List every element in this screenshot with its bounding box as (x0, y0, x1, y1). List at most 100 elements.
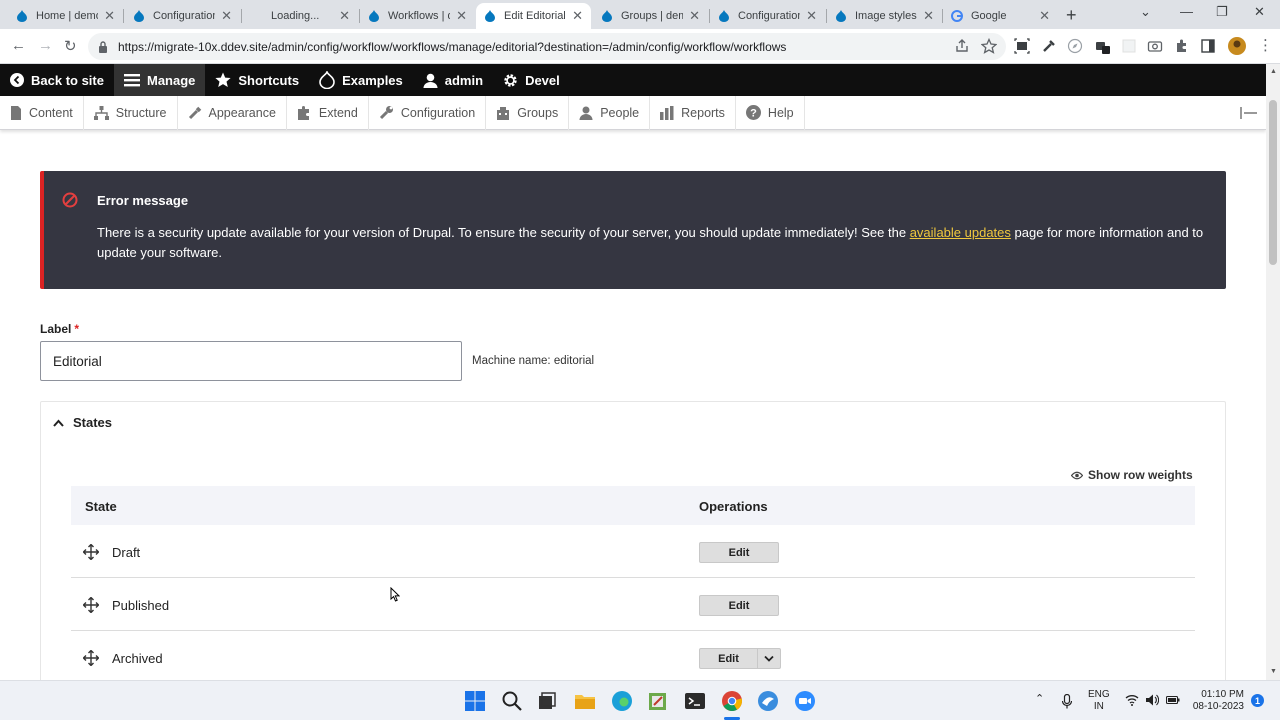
drupal-icon (602, 10, 612, 22)
menu-item-people[interactable]: People (569, 95, 651, 130)
menu-item-help[interactable]: ? Help (736, 95, 805, 130)
menu-item-reports[interactable]: Reports (650, 95, 736, 130)
menu-item-configuration[interactable]: Configuration (369, 95, 487, 130)
show-row-weights-button[interactable]: Show row weights (1071, 468, 1193, 482)
drag-handle-icon[interactable] (83, 597, 99, 613)
error-text: There is a security update available for… (97, 225, 1204, 260)
notification-badge[interactable]: 1 (1251, 694, 1264, 707)
blank-extension-icon[interactable] (1121, 38, 1137, 54)
battery-icon[interactable] (1166, 694, 1180, 706)
chrome-icon[interactable] (721, 690, 743, 712)
close-icon[interactable]: ✕ (456, 8, 467, 24)
new-tab-plus-icon[interactable]: + (1066, 5, 1077, 26)
file-explorer-icon[interactable] (574, 690, 596, 712)
edit-button[interactable]: Edit (700, 649, 758, 668)
star-icon[interactable] (981, 38, 997, 54)
drupal-icon (836, 10, 846, 22)
forward-arrow-icon[interactable]: → (38, 37, 53, 54)
scroll-down-arrow-icon[interactable]: ▼ (1270, 668, 1277, 675)
extension-badge-icon[interactable] (1094, 38, 1110, 54)
scrollbar-thumb[interactable] (1269, 100, 1277, 265)
menu-item-structure[interactable]: Structure (84, 95, 178, 130)
extensions-puzzle-icon[interactable] (1174, 38, 1190, 54)
mouse-cursor-icon (390, 587, 400, 602)
microphone-icon[interactable] (1062, 694, 1072, 709)
page-scrollbar[interactable]: ▲ ▼ (1266, 64, 1280, 680)
edge-browser-icon[interactable] (611, 690, 633, 712)
menu-item-content[interactable]: Content (0, 95, 84, 130)
kebab-menu-icon[interactable]: ⋮ (1258, 36, 1273, 54)
required-mark: * (74, 322, 80, 336)
side-panel-icon[interactable] (1200, 38, 1216, 54)
window-close-icon[interactable]: ✕ (1254, 4, 1265, 20)
close-icon[interactable]: ✕ (572, 8, 583, 24)
tab-edit-editorial[interactable]: Edit Editorial ✕ (476, 3, 591, 29)
tab-configuration[interactable]: Configuration ✕ (125, 3, 240, 29)
terminal-icon[interactable] (684, 690, 706, 712)
drag-handle-icon[interactable] (83, 650, 99, 666)
close-icon[interactable]: ✕ (104, 8, 115, 24)
tab-loading[interactable]: Loading... ✕ (243, 3, 358, 29)
close-icon[interactable]: ✕ (689, 8, 700, 24)
eye-icon (1071, 471, 1083, 479)
examples-menu[interactable]: Examples (309, 64, 413, 96)
windows-start-icon[interactable] (464, 690, 486, 712)
task-view-icon[interactable] (536, 690, 558, 712)
language-indicator[interactable]: ENG IN (1088, 689, 1110, 713)
close-icon[interactable]: ✕ (339, 8, 350, 24)
menu-item-appearance[interactable]: Appearance (178, 95, 287, 130)
dropbutton-toggle[interactable] (758, 649, 780, 668)
zoom-app-icon[interactable] (794, 690, 816, 712)
drag-handle-icon[interactable] (83, 544, 99, 560)
wifi-icon[interactable] (1125, 694, 1139, 706)
manage-menu[interactable]: Manage (113, 64, 206, 96)
edit-button[interactable]: Edit (699, 542, 779, 563)
menu-item-extend[interactable]: Extend (287, 95, 369, 130)
available-updates-link[interactable]: available updates (910, 225, 1011, 240)
devel-menu[interactable]: Devel (493, 64, 570, 96)
maximize-icon[interactable]: ❐ (1216, 4, 1228, 20)
scroll-up-arrow-icon[interactable]: ▲ (1270, 68, 1277, 75)
table-row: Draft Edit (71, 525, 1195, 578)
search-icon[interactable] (501, 690, 523, 712)
minimize-icon[interactable]: — (1180, 4, 1193, 19)
drupal-admin-toolbar: Back to site Manage Shortcuts Examples a… (0, 64, 1266, 96)
tab-configuration-2[interactable]: Configuration ✕ (710, 3, 825, 29)
back-to-site-link[interactable]: Back to site (0, 64, 114, 96)
bird-app-icon[interactable] (757, 690, 779, 712)
shortcuts-menu[interactable]: Shortcuts (205, 64, 309, 96)
eyedropper-icon[interactable] (1041, 38, 1057, 54)
volume-icon[interactable] (1145, 694, 1159, 706)
reload-icon[interactable]: ↻ (64, 37, 77, 55)
profile-avatar[interactable] (1227, 36, 1247, 56)
edit-button[interactable]: Edit (699, 595, 779, 616)
close-icon[interactable]: ✕ (1039, 8, 1050, 24)
tab-image-styles[interactable]: Image styles ✕ (827, 3, 942, 29)
clock-date: 08-10-2023 (1192, 701, 1244, 712)
tab-groups[interactable]: Groups | dem ✕ (593, 3, 708, 29)
camera-icon[interactable] (1147, 38, 1163, 54)
toolbar-orientation-icon[interactable] (1240, 107, 1258, 119)
gear-icon (504, 73, 517, 87)
tab-google[interactable]: Google ✕ (943, 3, 1058, 29)
puzzle-icon (297, 105, 309, 120)
address-bar[interactable]: https://migrate-10x.ddev.site/admin/conf… (88, 33, 1006, 60)
menu-item-groups[interactable]: Groups (486, 95, 570, 130)
user-menu[interactable]: admin (413, 64, 493, 96)
tab-home[interactable]: Home | demo ✕ (8, 3, 123, 29)
chevron-down-icon (764, 655, 774, 662)
tab-search-chevron-icon[interactable]: ⌄ (1140, 4, 1151, 20)
share-icon[interactable] (954, 38, 970, 54)
screen-capture-icon[interactable] (1014, 38, 1030, 54)
compass-icon[interactable] (1067, 38, 1083, 54)
tab-workflows[interactable]: Workflows | d ✕ (360, 3, 475, 29)
close-icon[interactable]: ✕ (806, 8, 817, 24)
clock[interactable]: 01:10 PM 08-10-2023 (1190, 689, 1244, 713)
close-icon[interactable]: ✕ (923, 8, 934, 24)
notepad-app-icon[interactable] (647, 690, 669, 712)
states-summary-toggle[interactable]: States (53, 415, 112, 430)
chevron-up-tray-icon[interactable]: ⌃ (1035, 693, 1044, 705)
label-input[interactable]: Editorial (40, 341, 462, 381)
back-arrow-icon[interactable]: ← (11, 37, 26, 54)
close-icon[interactable]: ✕ (221, 8, 232, 24)
